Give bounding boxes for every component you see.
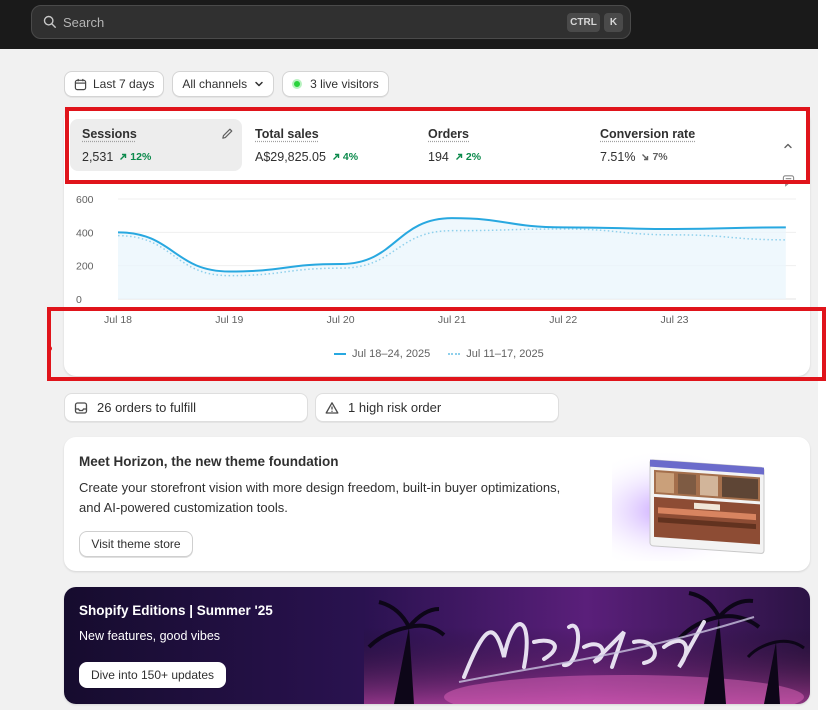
legend-swatch-dotted [448, 353, 461, 355]
live-visitors-label: 3 live visitors [310, 77, 379, 91]
shortcut-ctrl: CTRL [567, 13, 600, 32]
horizon-title: Meet Horizon, the new theme foundation [79, 454, 339, 469]
chevron-up-icon[interactable] [782, 140, 794, 152]
legend-label-current: Jul 18–24, 2025 [352, 348, 431, 360]
horizon-promo-card: Meet Horizon, the new theme foundation C… [64, 437, 810, 571]
metric-delta: 7% [641, 151, 668, 163]
metric-delta: 4% [332, 151, 358, 163]
x-tick-label: Jul 23 [661, 314, 689, 326]
channels-dropdown[interactable]: All channels [172, 71, 275, 97]
chevron-down-icon [255, 81, 263, 87]
metric-label: Sessions [82, 127, 137, 141]
date-range-label: Last 7 days [93, 77, 155, 91]
orders-to-fulfill-label: 26 orders to fulfill [97, 400, 196, 415]
sessions-line-chart: 600 400 200 0 Jul 18 Jul 19 Jul 20 Jul 21 Jul 22… [76, 194, 796, 326]
dive-into-updates-button[interactable]: Dive into 150+ updates [79, 662, 226, 688]
metric-delta: 2% [455, 151, 481, 163]
x-tick-label: Jul 20 [327, 314, 355, 326]
arrow-up-right-icon [455, 153, 463, 160]
metric-value: 194 [428, 150, 449, 164]
x-tick-label: Jul 18 [104, 314, 132, 326]
live-indicator-icon [292, 79, 303, 89]
editions-banner-card: Shopify Editions | Summer '25 New featur… [64, 587, 810, 704]
legend-item-previous: Jul 11–17, 2025 [448, 348, 544, 360]
metric-value: A$29,825.05 [255, 150, 326, 164]
metric-value: 2,531 [82, 150, 114, 164]
filter-bar: Last 7 days All channels 3 live visitors [64, 71, 389, 97]
metric-delta: 12% [119, 151, 151, 163]
metric-conversion-rate[interactable]: Conversion rate 7.51% 7% [588, 119, 758, 171]
arrow-down-right-icon [642, 154, 649, 161]
metric-total-sales[interactable]: Total sales A$29,825.05 4% [243, 119, 413, 171]
high-risk-order-button[interactable]: 1 high risk order [315, 393, 559, 422]
high-risk-order-label: 1 high risk order [348, 400, 442, 415]
metric-label: Conversion rate [600, 127, 696, 141]
metric-label: Total sales [255, 127, 319, 141]
theme-preview-illustration [612, 449, 792, 561]
y-tick-label: 400 [76, 227, 94, 239]
metric-label: Orders [428, 127, 469, 141]
editions-subtitle: New features, good vibes [79, 629, 221, 643]
y-tick-label: 200 [76, 261, 94, 273]
metric-delta-value: 7% [652, 151, 668, 163]
x-tick-label: Jul 19 [215, 314, 243, 326]
page-edge [818, 0, 826, 710]
arrow-up-right-icon [332, 153, 340, 160]
channels-label: All channels [182, 77, 248, 91]
live-visitors-button[interactable]: 3 live visitors [282, 71, 389, 97]
metric-sessions[interactable]: Sessions 2,531 12% [70, 119, 242, 171]
metric-delta-value: 12% [130, 151, 152, 163]
comment-icon[interactable] [782, 174, 795, 187]
editions-title: Shopify Editions | Summer '25 [79, 603, 273, 618]
metric-value: 7.51% [600, 150, 636, 164]
visit-theme-store-button[interactable]: Visit theme store [79, 531, 193, 557]
search-placeholder: Search [63, 14, 105, 30]
calendar-icon [74, 78, 87, 90]
warning-icon [325, 401, 339, 414]
inbox-icon [74, 401, 88, 414]
chart-legend: Jul 18–24, 2025 Jul 11–17, 2025 [334, 348, 562, 360]
shortcut-k: K [604, 13, 623, 32]
search-icon [43, 15, 56, 28]
date-range-button[interactable]: Last 7 days [64, 71, 165, 97]
edit-pencil-icon[interactable] [221, 127, 234, 140]
horizon-description: Create your storefront vision with more … [79, 480, 561, 515]
orders-to-fulfill-button[interactable]: 26 orders to fulfill [64, 393, 308, 422]
search-input[interactable]: Search CTRL K [31, 5, 631, 39]
y-tick-label: 0 [76, 294, 82, 306]
annotation-dot [47, 346, 52, 351]
arrow-up-right-icon [120, 153, 127, 160]
x-tick-label: Jul 21 [438, 314, 466, 326]
legend-item-current: Jul 18–24, 2025 [334, 348, 430, 360]
metric-orders[interactable]: Orders 194 2% [416, 119, 586, 171]
x-tick-label: Jul 22 [549, 314, 577, 326]
legend-label-previous: Jul 11–17, 2025 [466, 348, 544, 360]
metric-delta-value: 2% [465, 151, 482, 163]
metrics-card: Sessions 2,531 12% Total sales A$29,825.… [64, 109, 810, 376]
y-tick-label: 600 [76, 194, 94, 206]
top-bar: Search CTRL K [0, 0, 818, 49]
legend-swatch-solid [334, 353, 346, 355]
metric-delta-value: 4% [342, 151, 359, 163]
